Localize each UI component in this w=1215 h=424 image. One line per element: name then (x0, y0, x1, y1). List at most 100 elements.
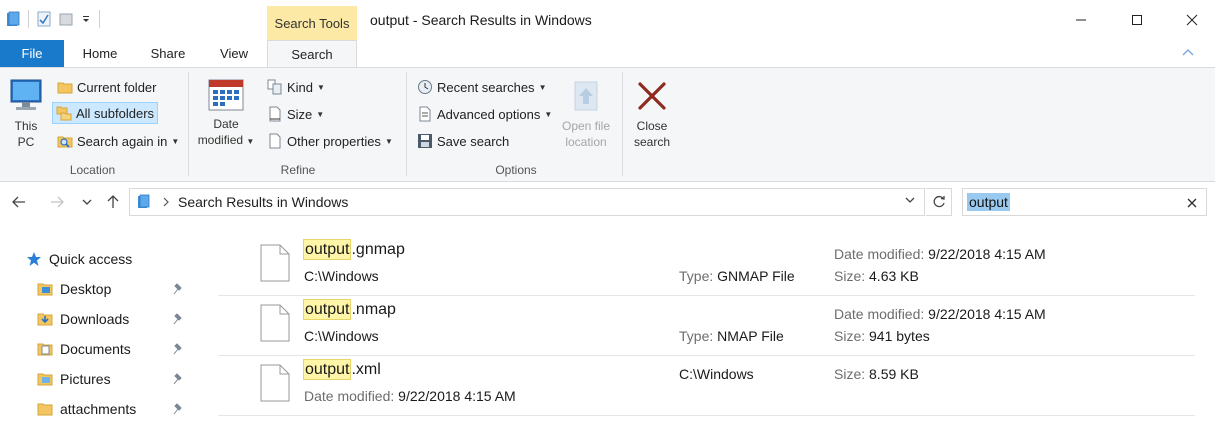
group-separator (406, 72, 407, 176)
this-pc-label: This PC (14, 119, 38, 149)
desktop-folder-icon (37, 283, 53, 296)
search-match-highlight: output (303, 239, 352, 260)
pin-icon[interactable] (173, 283, 185, 295)
result-item[interactable]: output .xml Date modified: 9/22/2018 4:15… (218, 356, 1195, 416)
breadcrumb-separator-icon[interactable] (162, 197, 170, 207)
qat-separator (28, 10, 29, 28)
nav-item-downloads[interactable]: Downloads (37, 311, 197, 327)
result-item[interactable]: output .nmap C:\Windows Type: NMAP File D… (218, 296, 1195, 356)
close-button[interactable] (1169, 6, 1215, 34)
calendar-icon (208, 79, 244, 111)
kind-button[interactable]: Kind ▼ (264, 76, 328, 98)
file-name-rest: .xml (351, 361, 381, 378)
properties-icon[interactable] (37, 11, 51, 27)
recent-searches-button[interactable]: Recent searches ▼ (414, 76, 549, 98)
search-results-icon (138, 194, 150, 208)
pin-icon[interactable] (173, 373, 185, 385)
tab-file[interactable]: File (0, 40, 64, 68)
close-search-label: Close search (633, 119, 671, 149)
refresh-button[interactable] (926, 188, 952, 216)
nav-item-desktop[interactable]: Desktop (37, 281, 197, 297)
this-pc-button[interactable]: This PC (6, 78, 46, 150)
date-modified-label: Date modified ▼ (197, 117, 255, 147)
file-size: Size: 941 bytes (834, 328, 930, 344)
recent-searches-icon (418, 80, 432, 94)
tab-search[interactable]: Search (267, 40, 357, 68)
qat-dropdown-icon[interactable] (81, 14, 91, 24)
tab-view[interactable]: View (206, 40, 262, 68)
maximize-icon (1132, 15, 1142, 25)
pin-icon[interactable] (173, 313, 185, 325)
downloads-folder-icon (37, 313, 53, 326)
address-row: Search Results in Windows output (0, 186, 1215, 218)
tab-home[interactable]: Home (72, 40, 128, 68)
save-icon (418, 134, 432, 148)
result-item[interactable]: output .gnmap C:\Windows Type: GNMAP File… (218, 236, 1195, 296)
minimize-button[interactable] (1058, 6, 1104, 34)
refine-group: Date modified ▼ Kind ▼ Size ▼ Other prop… (192, 68, 404, 181)
dropdown-caret-icon: ▼ (544, 109, 553, 119)
pin-icon[interactable] (173, 343, 185, 355)
nav-item-attachments[interactable]: attachments (37, 401, 197, 417)
search-input[interactable]: output (967, 193, 1010, 211)
file-icon (260, 304, 290, 342)
advanced-options-icon (419, 106, 431, 122)
refresh-icon (933, 195, 945, 208)
file-icon (260, 244, 290, 282)
nav-item-label: attachments (60, 401, 137, 417)
file-size: Size: 4.63 KB (834, 268, 919, 284)
close-search-button[interactable]: Close search (628, 78, 676, 150)
date-modified-button[interactable]: Date modified ▼ (196, 78, 256, 150)
nav-quick-access[interactable]: Quick access (26, 251, 132, 267)
clear-search-icon[interactable] (1186, 197, 1198, 209)
file-name-rest: .nmap (351, 301, 396, 318)
save-search-label: Save search (437, 133, 510, 149)
qat-separator (99, 10, 100, 28)
nav-item-pictures[interactable]: Pictures (37, 371, 197, 387)
kind-label: Kind (287, 79, 314, 95)
search-again-in-label: Search again in (77, 133, 168, 149)
forward-button[interactable] (46, 191, 68, 213)
all-subfolders-button[interactable]: All subfolders (52, 102, 159, 124)
ribbon-tabs: File Home Share View Search (0, 40, 1215, 68)
star-icon (27, 252, 41, 266)
breadcrumb-search-results[interactable]: Search Results in Windows (178, 194, 348, 210)
group-separator (188, 72, 189, 176)
advanced-options-button[interactable]: Advanced options ▼ (414, 103, 555, 125)
size-button[interactable]: Size ▼ (264, 103, 327, 125)
address-dropdown-icon[interactable] (904, 195, 916, 205)
chevron-down-icon (82, 199, 92, 205)
open-file-location-button[interactable]: Open file location (558, 78, 614, 150)
dropdown-caret-icon: ▼ (317, 82, 325, 92)
ribbon: This PC Current folder All subfolders Se… (0, 67, 1215, 182)
search-match-highlight: output (303, 359, 352, 380)
other-properties-button[interactable]: Other properties ▼ (264, 130, 396, 152)
tab-share[interactable]: Share (140, 40, 196, 68)
address-bar[interactable]: Search Results in Windows (129, 188, 925, 216)
ribbon-collapse-chevron-icon[interactable] (1181, 46, 1195, 60)
search-again-in-button[interactable]: Search again in ▼ (54, 130, 182, 152)
nav-item-documents[interactable]: Documents (37, 341, 197, 357)
search-box[interactable]: output (962, 188, 1207, 216)
new-folder-icon[interactable] (59, 11, 73, 27)
other-properties-icon (269, 133, 281, 149)
maximize-button[interactable] (1114, 6, 1160, 34)
location-group: This PC Current folder All subfolders Se… (0, 68, 185, 181)
pictures-folder-icon (37, 373, 53, 386)
subfolders-icon (56, 106, 72, 121)
open-file-location-label: Open file location (561, 119, 611, 149)
save-search-button[interactable]: Save search (414, 130, 512, 152)
back-button[interactable] (8, 191, 30, 213)
pin-icon[interactable] (173, 403, 185, 415)
current-folder-button[interactable]: Current folder (54, 76, 159, 98)
nav-item-label: Downloads (60, 311, 130, 327)
explorer-icon[interactable] (6, 11, 20, 27)
minimize-icon (1076, 19, 1086, 21)
up-button[interactable] (102, 191, 124, 213)
quick-access-label: Quick access (49, 251, 133, 267)
refine-group-label: Refine (280, 163, 316, 177)
recent-locations-button[interactable] (76, 191, 98, 213)
dropdown-caret-icon: ▼ (538, 82, 547, 92)
location-group-label: Location (69, 163, 116, 177)
file-icon (260, 364, 290, 402)
